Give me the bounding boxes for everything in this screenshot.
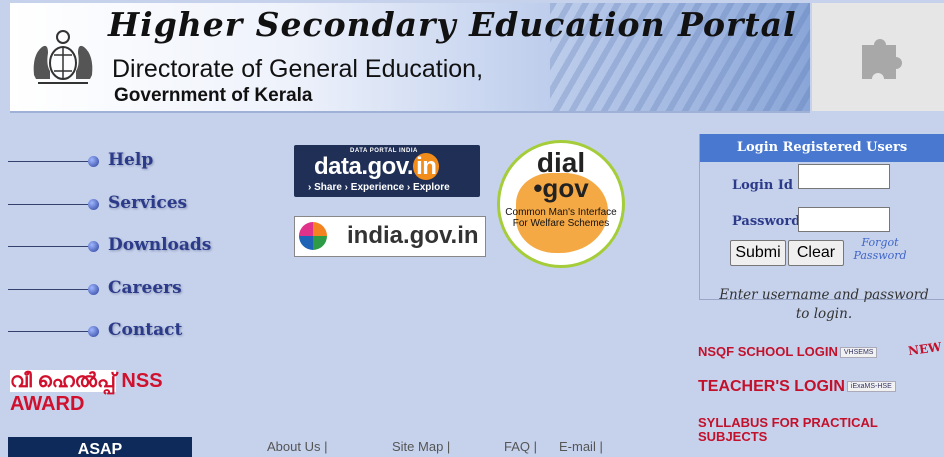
datagov-logo-link[interactable]: DATA PORTAL INDIA data.gov. in › Share › … <box>294 145 480 197</box>
datagov-name: data.gov. in <box>314 153 440 181</box>
portal-title: Higher Secondary Education Portal <box>108 5 797 44</box>
login-id-label: Login Id <box>732 178 793 193</box>
footer-site-map-link[interactable]: Site Map | <box>392 439 450 454</box>
nav-bullet-icon <box>88 284 99 295</box>
nav-label-contact[interactable]: Contact <box>108 320 182 340</box>
kerala-emblem-icon <box>33 30 93 84</box>
footer-about-us-link[interactable]: About Us | <box>267 439 327 454</box>
header-banner: Higher Secondary Education Portal Direct… <box>10 3 810 113</box>
new-badge: NEW <box>907 339 943 359</box>
puzzle-piece-icon <box>862 39 902 79</box>
award-text: AWARD <box>10 393 85 415</box>
nss-text: NSS <box>121 370 163 392</box>
nss-award-link[interactable]: വീ ഹെൽപ്പ് NSS AWARD <box>10 370 210 416</box>
nav-line <box>8 289 88 290</box>
nav-label-help[interactable]: Help <box>108 150 153 170</box>
nav-bullet-icon <box>88 326 99 337</box>
nsqf-school-login-link[interactable]: NSQF SCHOOL LOGIN VHSEMS <box>698 344 878 359</box>
login-header: Login Registered Users <box>700 134 944 162</box>
nav-label-careers[interactable]: Careers <box>108 278 182 298</box>
asap-banner[interactable]: ASAP <box>8 437 192 457</box>
login-id-input[interactable] <box>798 164 890 189</box>
password-label: Password <box>732 214 801 229</box>
dialgov-line2: •gov <box>533 173 589 203</box>
nav-line <box>8 331 88 332</box>
teachers-login-link[interactable]: TEACHER'S LOGIN iExaMS-HSE <box>698 378 896 396</box>
nav-bullet-icon <box>88 241 99 252</box>
indiagov-logo-icon <box>299 222 327 250</box>
datagov-subline: › Share › Experience › Explore <box>308 182 450 193</box>
nav-bullet-icon <box>88 156 99 167</box>
dialgov-logo-link[interactable]: dial •gov Common Man's Interface For Wel… <box>497 140 625 268</box>
clear-button[interactable]: Clear <box>788 240 844 266</box>
nav-label-downloads[interactable]: Downloads <box>108 235 211 255</box>
datagov-tld: in <box>413 153 440 180</box>
syllabus-practical-link[interactable]: SYLLABUS FOR PRACTICAL SUBJECTS <box>698 416 918 444</box>
password-input[interactable] <box>798 207 890 232</box>
dialgov-caption: Common Man's Interface For Welfare Schem… <box>505 207 617 229</box>
datagov-name-text: data.gov. <box>314 153 414 180</box>
forgot-password-link[interactable]: Forgot Password <box>850 236 910 262</box>
nav-line <box>8 161 88 162</box>
nav-line <box>8 246 88 247</box>
nav-bullet-icon <box>88 199 99 210</box>
indiagov-logo-link[interactable]: india.gov.in <box>294 216 486 257</box>
iexams-badge: iExaMS-HSE <box>846 381 896 393</box>
nav-label-services[interactable]: Services <box>108 193 187 213</box>
login-hint: Enter username and password to login. <box>719 287 929 322</box>
indiagov-name: india.gov.in <box>347 222 479 249</box>
nav-line <box>8 204 88 205</box>
government-title: Government of Kerala <box>114 85 313 106</box>
vhsems-badge: VHSEMS <box>839 347 878 359</box>
missing-plugin-placeholder <box>812 3 944 111</box>
directorate-title: Directorate of General Education, <box>112 55 484 83</box>
malayalam-we-help-text: വീ ഹെൽപ്പ് <box>10 370 116 392</box>
submit-button[interactable]: Submi <box>730 240 786 266</box>
footer-email-link[interactable]: E-mail | <box>559 439 603 454</box>
footer-faq-link[interactable]: FAQ | <box>504 439 537 454</box>
login-panel: Login Registered Users Login Id Password… <box>699 134 944 300</box>
nsqf-login-label: NSQF SCHOOL LOGIN <box>698 344 838 359</box>
teachers-login-label: TEACHER'S LOGIN <box>698 378 845 395</box>
